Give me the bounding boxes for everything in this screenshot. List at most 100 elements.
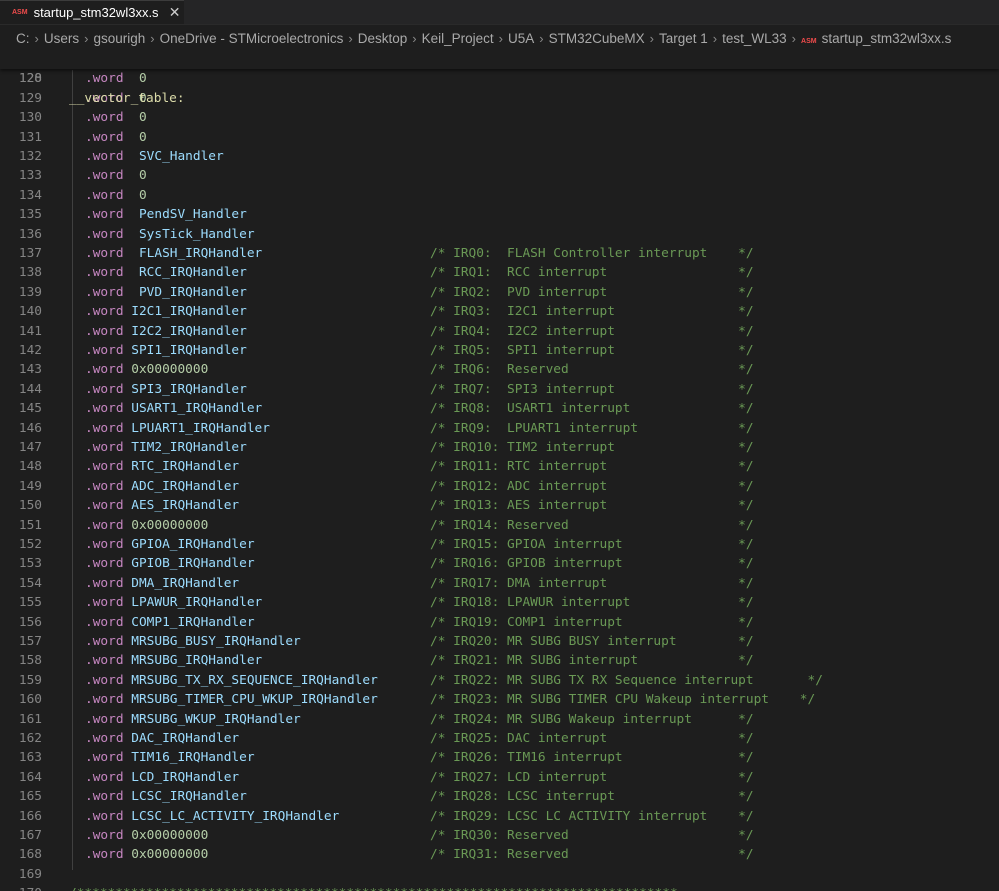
asm-file-icon: ASM (12, 9, 28, 16)
code-line[interactable]: 150 .word AES_IRQHandler /* IRQ13: AES int… (0, 496, 999, 515)
breadcrumb-item[interactable]: C: (16, 31, 30, 46)
handler-name: PendSV_Handler (138, 207, 247, 223)
handler-name: DAC_IRQHandler (131, 731, 240, 746)
irq-comment: /* IRQ18: LPAWUR interrupt */ (430, 595, 754, 611)
breadcrumb-item[interactable]: U5A (508, 31, 534, 46)
irq-comment: /* IRQ31: Reserved */ (430, 847, 754, 863)
word-directive: .word (85, 828, 124, 843)
code-line[interactable]: 155 .word LPAWUR_IRQHandler /* IRQ18: LPAW… (0, 593, 999, 612)
word-directive: .word (85, 672, 124, 688)
handler-name: MRSUBG_IRQHandler (131, 653, 263, 669)
code-line[interactable]: 135 .word PendSV_Handler (0, 205, 999, 224)
code-line[interactable]: 154 .word DMA_IRQHandler /* IRQ17: DMA int… (0, 574, 999, 593)
handler-name: SysTick_Handler (138, 226, 255, 242)
chevron-right-icon: › (791, 30, 797, 46)
code-line[interactable]: 160 .word MRSUBG_TIMER_CPU_WKUP_IRQHandle… (0, 690, 999, 709)
line-number: 157 (18, 634, 42, 649)
breadcrumb-file[interactable]: ASM startup_stm32wl3xx.s (801, 31, 951, 46)
code-line[interactable]: 151 .word 0x00000000 /* IRQ14: Reserved */ (0, 516, 999, 535)
handler-name: FLASH_IRQHandler (138, 246, 263, 261)
handler-name: LPAWUR_IRQHandler (131, 595, 263, 611)
code-line[interactable]: 136 .word SysTick_Handler (0, 225, 999, 244)
code-line[interactable]: 130 .word 0 (0, 108, 999, 127)
breadcrumb-item[interactable]: test_WL33 (722, 31, 787, 46)
code-line[interactable]: 132 .word SVC_Handler (0, 147, 999, 166)
code-line[interactable]: 133 .word 0 (0, 166, 999, 185)
numeric-operand: 0 (138, 129, 147, 145)
handler-name: SPI3_IRQHandler (131, 381, 247, 397)
chevron-right-icon: › (539, 30, 544, 46)
word-directive: .word (85, 401, 124, 417)
word-directive: .word (85, 789, 124, 805)
code-line[interactable]: 166 .word LCSC_LC_ACTIVITY_IRQHandler /* I… (0, 807, 999, 826)
line-number: 149 (18, 478, 42, 494)
code-line[interactable]: 140 .word I2C1_IRQHandler /* IRQ3: I2C1 in… (0, 302, 999, 321)
word-directive: .word (85, 323, 124, 339)
code-line[interactable]: 149 .word ADC_IRQHandler /* IRQ12: ADC int… (0, 477, 999, 496)
close-icon[interactable]: ✕ (167, 4, 183, 21)
code-editor[interactable]: 120 __vector_table: 128.word 0129.word 0… (0, 50, 999, 891)
code-line[interactable]: 158 .word MRSUBG_IRQHandler /* IRQ21: MR S… (0, 651, 999, 670)
word-directive: .word (85, 459, 124, 475)
breadcrumb-item[interactable]: Target 1 (659, 31, 708, 46)
chevron-right-icon: › (34, 30, 39, 46)
code-line[interactable]: 139 .word PVD_IRQHandler /* IRQ2: PVD inte… (0, 283, 999, 302)
handler-name: PVD_IRQHandler (138, 284, 247, 300)
code-line[interactable]: 134 .word 0 (0, 186, 999, 205)
code-line[interactable]: 144 .word SPI3_IRQHandler /* IRQ7: SPI3 in… (0, 380, 999, 399)
chevron-right-icon: › (498, 30, 503, 46)
code-line[interactable]: 143 .word 0x00000000 /* IRQ6: Reserved */ (0, 360, 999, 379)
irq-comment: /* IRQ17: DMA interrupt */ (430, 575, 754, 591)
code-line[interactable]: 138 .word RCC_IRQHandler /* IRQ1: RCC inte… (0, 263, 999, 282)
sticky-scroll-header[interactable]: 120 __vector_table: (0, 50, 999, 106)
word-directive: .word (85, 226, 124, 242)
word-directive: .word (85, 808, 124, 824)
code-line[interactable]: 141 .word I2C2_IRQHandler /* IRQ4: I2C2 in… (0, 322, 999, 341)
code-line[interactable]: 153 .word GPIOB_IRQHandler /* IRQ16: GPIOB… (0, 554, 999, 573)
code-line[interactable]: 162 .word DAC_IRQHandler /* IRQ25: DAC int… (0, 729, 999, 748)
code-line[interactable]: 164 .word LCD_IRQHandler /* IRQ27: LCD int… (0, 768, 999, 787)
code-line[interactable]: 128.word 0 (0, 69, 999, 88)
code-line[interactable]: 167 .word 0x00000000 /* IRQ30: Reserved */ (0, 826, 999, 845)
breadcrumb-item[interactable]: Keil_Project (422, 31, 494, 46)
code-line[interactable]: 165 .word LCSC_IRQHandler /* IRQ28: LCSC i… (0, 787, 999, 806)
code-line[interactable]: 131 .word 0 (0, 128, 999, 147)
word-directive: .word (85, 769, 124, 785)
breadcrumb-item[interactable]: OneDrive - STMicroelectronics (160, 31, 344, 46)
handler-name: LPUART1_IRQHandler (131, 420, 270, 436)
code-line[interactable]: 142 .word SPI1_IRQHandler /* IRQ5: SPI1 in… (0, 341, 999, 360)
code-line[interactable]: 169 (0, 865, 999, 884)
breadcrumb-item[interactable]: gsourigh (93, 31, 145, 46)
word-directive: .word (85, 595, 124, 611)
code-line[interactable]: 152 .word GPIOA_IRQHandler /* IRQ15: GPIOA… (0, 535, 999, 554)
word-directive: .word (85, 711, 124, 727)
irq-comment: /* IRQ24: MR SUBG Wakeup interrupt */ (430, 711, 754, 727)
code-line[interactable]: 170 /************************************… (0, 884, 999, 891)
line-number: 164 (18, 769, 42, 785)
line-number: 153 (18, 556, 42, 572)
code-line[interactable]: 168 .word 0x00000000 /* IRQ31: Reserved */ (0, 845, 999, 864)
code-line[interactable]: 161 .word MRSUBG_WKUP_IRQHandler /* IRQ24:… (0, 710, 999, 729)
numeric-operand: 0x00000000 (131, 362, 209, 378)
code-line[interactable]: 148 .word RTC_IRQHandler /* IRQ11: RTC int… (0, 457, 999, 476)
handler-name: LCSC_IRQHandler (131, 789, 247, 805)
code-line[interactable]: 147 .word TIM2_IRQHandler /* IRQ10: TIM2 i… (0, 438, 999, 457)
breadcrumb-item[interactable]: Users (44, 31, 79, 46)
line-number: 133 (18, 168, 42, 184)
code-line[interactable]: 157 .word MRSUBG_BUSY_IRQHandler /* IRQ20:… (0, 632, 999, 651)
code-line[interactable]: 137 .word FLASH_IRQHandler /* IRQ0: FLASH … (0, 244, 999, 263)
handler-name: GPIOA_IRQHandler (131, 537, 255, 552)
irq-comment: /* IRQ26: TIM16 interrupt */ (430, 750, 754, 766)
word-directive: .word (85, 381, 124, 397)
code-line[interactable]: 163 .word TIM16_IRQHandler /* IRQ26: TIM16… (0, 748, 999, 767)
code-line[interactable]: 159 .word MRSUBG_TX_RX_SEQUENCE_IRQHandle… (0, 671, 999, 690)
breadcrumb-item[interactable]: STM32CubeMX (549, 31, 645, 46)
code-line[interactable]: 156 .word COMP1_IRQHandler /* IRQ19: COMP1… (0, 613, 999, 632)
line-number: 158 (18, 653, 42, 669)
word-directive: .word (85, 265, 124, 281)
code-line[interactable]: 146 .word LPUART1_IRQHandler /* IRQ9: LPUA… (0, 419, 999, 438)
handler-name: LCD_IRQHandler (131, 769, 240, 785)
code-line[interactable]: 145 .word USART1_IRQHandler /* IRQ8: USART… (0, 399, 999, 418)
breadcrumb-item[interactable]: Desktop (358, 31, 408, 46)
editor-tab[interactable]: ASM startup_stm32wl3xx.s ✕ (0, 0, 184, 24)
